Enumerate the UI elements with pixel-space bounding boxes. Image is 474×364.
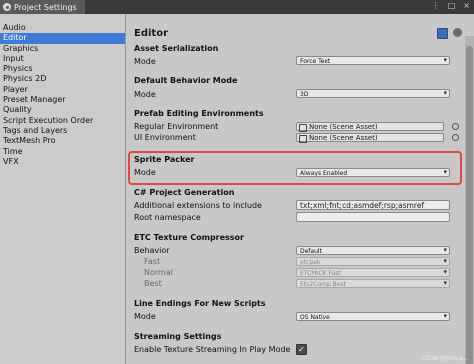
etc-normal-label: Normal	[144, 268, 173, 277]
sidebar-item-editor[interactable]: Editor	[0, 33, 125, 44]
regular-environment-value: None (Scene Asset)	[309, 123, 378, 131]
sidebar-item-script-execution-order[interactable]: Script Execution Order	[0, 116, 125, 126]
editor-settings-panel: Editor Asset Serialization Mode Force Te…	[126, 14, 474, 364]
settings-gear-icon	[3, 3, 11, 11]
streaming-settings-heading: Streaming Settings	[134, 332, 222, 341]
texture-streaming-label: Enable Texture Streaming In Play Mode	[134, 345, 291, 354]
line-endings-mode-label: Mode	[134, 312, 156, 321]
sidebar-item-tags-and-layers[interactable]: Tags and Layers	[0, 126, 125, 136]
ui-environment-field[interactable]: None (Scene Asset)	[296, 133, 444, 143]
sprite-packer-mode-label: Mode	[134, 168, 156, 177]
etc-behavior-label: Behavior	[134, 246, 170, 255]
etc-fast-label: Fast	[144, 257, 161, 266]
sprite-packer-mode-dropdown[interactable]: Always Enabled	[296, 168, 450, 177]
regular-environment-label: Regular Environment	[134, 122, 219, 131]
root-namespace-input[interactable]	[296, 212, 450, 222]
sidebar-item-player[interactable]: Player	[0, 85, 125, 95]
additional-extensions-label: Additional extensions to include	[134, 201, 262, 210]
asset-serialization-mode-label: Mode	[134, 57, 156, 66]
maximize-icon[interactable]: □	[448, 1, 456, 10]
etc-best-dropdown: Etc2Comp Best	[296, 279, 450, 288]
scene-asset-icon	[299, 124, 307, 132]
ui-environment-value: None (Scene Asset)	[309, 134, 378, 142]
sidebar-item-physics[interactable]: Physics	[0, 64, 125, 74]
default-behavior-heading: Default Behavior Mode	[134, 76, 238, 85]
texture-streaming-checkbox[interactable]: ✓	[296, 344, 307, 355]
sidebar-item-physics-2d[interactable]: Physics 2D	[0, 74, 125, 84]
sidebar-item-input[interactable]: Input	[0, 54, 125, 64]
window-title: Project Settings	[14, 2, 77, 12]
line-endings-heading: Line Endings For New Scripts	[134, 299, 266, 308]
sidebar-item-audio[interactable]: Audio	[0, 23, 125, 33]
page-title: Editor	[134, 28, 168, 39]
prefab-editing-heading: Prefab Editing Environments	[134, 109, 264, 118]
regular-environment-field[interactable]: None (Scene Asset)	[296, 122, 444, 132]
header-icons	[437, 28, 462, 39]
sidebar-item-vfx[interactable]: VFX	[0, 157, 125, 167]
help-book-icon[interactable]	[437, 28, 448, 39]
etc-behavior-dropdown[interactable]: Default	[296, 246, 450, 255]
sidebar-item-preset-manager[interactable]: Preset Manager	[0, 95, 125, 105]
watermark: CSDN @Maya...	[421, 355, 468, 362]
additional-extensions-input[interactable]: txt;xml;fnt;cd;asmdef;rsp;asmref	[296, 200, 450, 210]
sidebar-item-quality[interactable]: Quality	[0, 105, 125, 115]
ui-environment-label: UI Environment	[134, 133, 196, 142]
asset-serialization-mode-dropdown[interactable]: Force Text	[296, 56, 450, 65]
sidebar-item-time[interactable]: Time	[0, 147, 125, 157]
etc-normal-dropdown: ETCPACK Fast	[296, 268, 450, 277]
window-menu-icon[interactable]: ⋮	[432, 1, 440, 10]
sprite-packer-heading: Sprite Packer	[134, 155, 195, 164]
scrollbar-thumb[interactable]	[466, 46, 473, 364]
settings-cog-icon[interactable]	[453, 28, 462, 37]
csharp-generation-heading: C# Project Generation	[134, 188, 235, 197]
sidebar-item-textmesh-pro[interactable]: TextMesh Pro	[0, 136, 125, 146]
close-icon[interactable]: ×	[463, 1, 470, 10]
default-behavior-mode-dropdown[interactable]: 3D	[296, 89, 450, 98]
etc-fast-dropdown: etcpak	[296, 257, 450, 266]
vertical-scrollbar[interactable]	[465, 36, 474, 364]
line-endings-mode-dropdown[interactable]: OS Native	[296, 312, 450, 321]
sidebar-item-graphics[interactable]: Graphics	[0, 44, 125, 54]
root-namespace-label: Root namespace	[134, 213, 201, 222]
project-settings-tab[interactable]: Project Settings	[0, 0, 85, 14]
etc-compressor-heading: ETC Texture Compressor	[134, 233, 244, 242]
asset-serialization-heading: Asset Serialization	[134, 44, 219, 53]
object-picker-icon[interactable]	[452, 123, 459, 130]
window-titlebar: Project Settings ⋮ □ ×	[0, 0, 474, 14]
scene-asset-icon	[299, 135, 307, 143]
object-picker-icon[interactable]	[452, 134, 459, 141]
window-actions: ⋮ □ ×	[432, 1, 470, 10]
settings-sidebar: Audio Editor Graphics Input Physics Phys…	[0, 14, 126, 364]
default-behavior-mode-label: Mode	[134, 90, 156, 99]
etc-best-label: Best	[144, 279, 162, 288]
